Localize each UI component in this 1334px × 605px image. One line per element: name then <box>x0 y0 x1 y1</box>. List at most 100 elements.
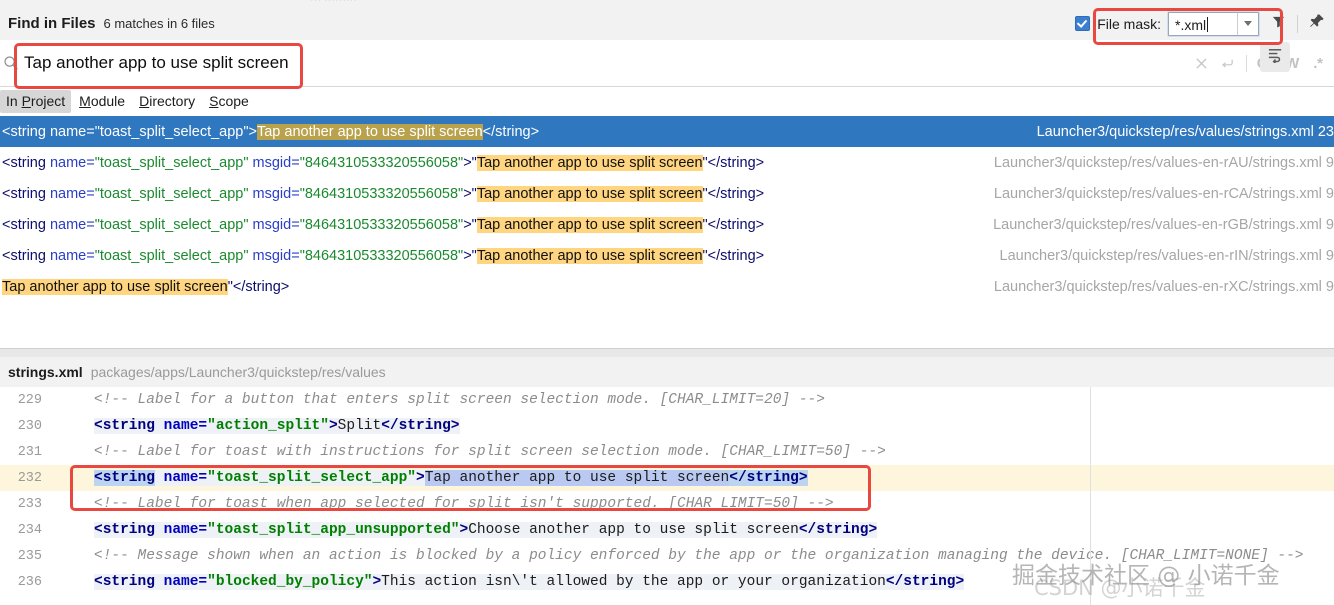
code-line[interactable]: 230 <string name="action_split">Split</st… <box>0 413 1334 439</box>
code-line[interactable]: 236 <string name="blocked_by_policy">This… <box>0 569 1334 595</box>
code-panel-divider <box>1090 387 1091 605</box>
search-result-path: Launcher3/quickstep/res/values-en-rGB/st… <box>993 216 1334 233</box>
code-segment: </string> <box>885 574 965 590</box>
result-segment: msgid= <box>248 154 300 171</box>
result-segment: Tap another app to use split screen <box>476 216 703 233</box>
code-segment: > <box>459 522 469 538</box>
result-segment: Tap another app to use split screen <box>476 185 703 202</box>
file-mask-group: File mask: *.xml <box>1069 10 1265 38</box>
result-segment: Tap another app to use split screen <box>476 247 703 264</box>
file-mask-value: *.xml <box>1175 16 1207 33</box>
code-line[interactable]: 234 <string name="toast_split_app_unsuppo… <box>0 517 1334 543</box>
code-segment: <string <box>94 574 155 590</box>
code-segment: </string> <box>798 522 878 538</box>
result-segment: Tap another app to use split screen <box>256 123 483 140</box>
search-results-list[interactable]: <string name="toast_split_select_app">Ta… <box>0 116 1334 348</box>
preview-file-path: packages/apps/Launcher3/quickstep/res/va… <box>90 364 386 380</box>
result-segment: "8464310533320556058" <box>299 247 464 264</box>
tab-label-post: roject <box>30 93 66 109</box>
find-in-files-header: Find in Files 6 matches in 6 files File … <box>0 7 1334 40</box>
pin-icon <box>1309 13 1325 34</box>
search-tools-divider <box>1246 54 1247 72</box>
file-mask-dropdown-button[interactable] <box>1237 12 1258 35</box>
match-summary: 6 matches in 6 files <box>103 16 215 31</box>
chevron-down-icon <box>1244 21 1252 26</box>
search-result-row[interactable]: Tap another app to use split screen"</st… <box>0 271 1334 302</box>
tab-mnemonic: M <box>79 93 91 109</box>
pin-button[interactable] <box>1304 11 1330 37</box>
regex-toggle[interactable]: .* <box>1306 51 1330 75</box>
result-segment: <string <box>2 247 50 264</box>
partially-visible-row: ··· ········· <box>310 0 358 6</box>
file-mask-checkbox[interactable] <box>1075 16 1091 31</box>
line-number: 234 <box>0 522 52 538</box>
filter-icon <box>1271 14 1286 34</box>
tab-mnemonic: D <box>139 93 150 109</box>
code-segment: <string <box>94 522 155 538</box>
result-segment: msgid= <box>248 216 300 233</box>
code-segment: "toast_split_app_unsupported" <box>207 522 460 538</box>
soft-wrap-icon <box>1267 46 1284 68</box>
result-segment: name= <box>49 247 95 264</box>
search-row: Cc W .* <box>0 40 1334 87</box>
search-result-row[interactable]: <string name="toast_split_select_app" ms… <box>0 178 1334 209</box>
code-segment: name= <box>154 522 208 538</box>
search-icon <box>3 55 19 71</box>
result-segment: "toast_split_select_app" <box>94 247 249 264</box>
code-line[interactable]: 229 <!-- Label for a button that enters s… <box>0 387 1334 413</box>
search-result-text: <string name="toast_split_select_app" ms… <box>0 185 764 202</box>
search-result-row[interactable]: <string name="toast_split_select_app" ms… <box>0 240 1334 271</box>
line-number: 232 <box>0 470 52 486</box>
code-segment: <string <box>94 470 155 486</box>
code-segment: <!-- Label for a button that enters spli… <box>94 392 825 408</box>
sidebar-item-directory[interactable]: Directory <box>133 90 201 113</box>
result-segment: name= <box>49 123 95 140</box>
preview-file-header: strings.xml packages/apps/Launcher3/quic… <box>0 357 1334 387</box>
line-number: 235 <box>0 548 52 564</box>
code-preview-panel[interactable]: 229 <!-- Label for a button that enters s… <box>0 387 1334 605</box>
sidebar-item-module[interactable]: Module <box>73 90 131 113</box>
search-result-row[interactable]: <string name="toast_split_select_app" ms… <box>0 209 1334 240</box>
result-segment: </string> <box>482 123 540 140</box>
result-segment: "8464310533320556058" <box>299 185 464 202</box>
result-segment: name= <box>49 216 95 233</box>
result-segment: <string <box>2 123 50 140</box>
result-segment: >" <box>463 247 477 264</box>
search-result-row[interactable]: <string name="toast_split_select_app" ms… <box>0 147 1334 178</box>
preview-file-name: strings.xml <box>8 364 83 380</box>
search-input[interactable] <box>24 53 1189 73</box>
code-segment: "toast_split_select_app" <box>207 470 416 486</box>
tab-label-post: cope <box>218 93 249 109</box>
result-segment: "</string> <box>227 278 290 295</box>
code-segment: <!-- Message shown when an action is blo… <box>94 548 1304 564</box>
search-result-path: Launcher3/quickstep/res/values-en-rIN/st… <box>999 247 1334 264</box>
new-line-icon[interactable] <box>1215 51 1239 75</box>
file-mask-input[interactable]: *.xml <box>1169 13 1237 35</box>
code-line[interactable]: 232 <string name="toast_split_select_app"… <box>0 465 1334 491</box>
search-result-row[interactable]: <string name="toast_split_select_app">Ta… <box>0 116 1334 147</box>
code-line[interactable]: 235 <!-- Message shown when an action is … <box>0 543 1334 569</box>
result-segment: > <box>248 123 257 140</box>
sidebar-item-scope[interactable]: Scope <box>203 90 255 113</box>
result-segment: name= <box>49 154 95 171</box>
code-line[interactable]: 231 <!-- Label for toast with instruction… <box>0 439 1334 465</box>
line-number: 233 <box>0 496 52 512</box>
search-result-text: <string name="toast_split_select_app" ms… <box>0 154 764 171</box>
sidebar-item-in-project[interactable]: In Project <box>0 90 72 113</box>
text-caret <box>1207 17 1209 32</box>
header-toolbar: File mask: *.xml <box>1069 7 1334 40</box>
result-segment: >" <box>463 185 477 202</box>
code-segment: This action isn\'t allowed by the app or… <box>381 574 886 590</box>
file-mask-combo[interactable]: *.xml <box>1168 11 1259 36</box>
page-title: Find in Files <box>8 15 96 32</box>
clear-search-icon[interactable] <box>1189 51 1213 75</box>
code-segment: "action_split" <box>207 418 329 434</box>
result-segment: msgid= <box>248 247 300 264</box>
code-line-text: <string name="action_split">Split</strin… <box>52 418 1334 434</box>
soft-wrap-button[interactable] <box>1260 42 1290 72</box>
search-result-text: <string name="toast_split_select_app" ms… <box>0 247 764 264</box>
result-segment: Tap another app to use split screen <box>476 154 703 171</box>
filter-button[interactable] <box>1265 11 1291 37</box>
code-line[interactable]: 233 <!-- Label for toast when app selecte… <box>0 491 1334 517</box>
result-segment: "toast_split_select_app" <box>94 123 249 140</box>
